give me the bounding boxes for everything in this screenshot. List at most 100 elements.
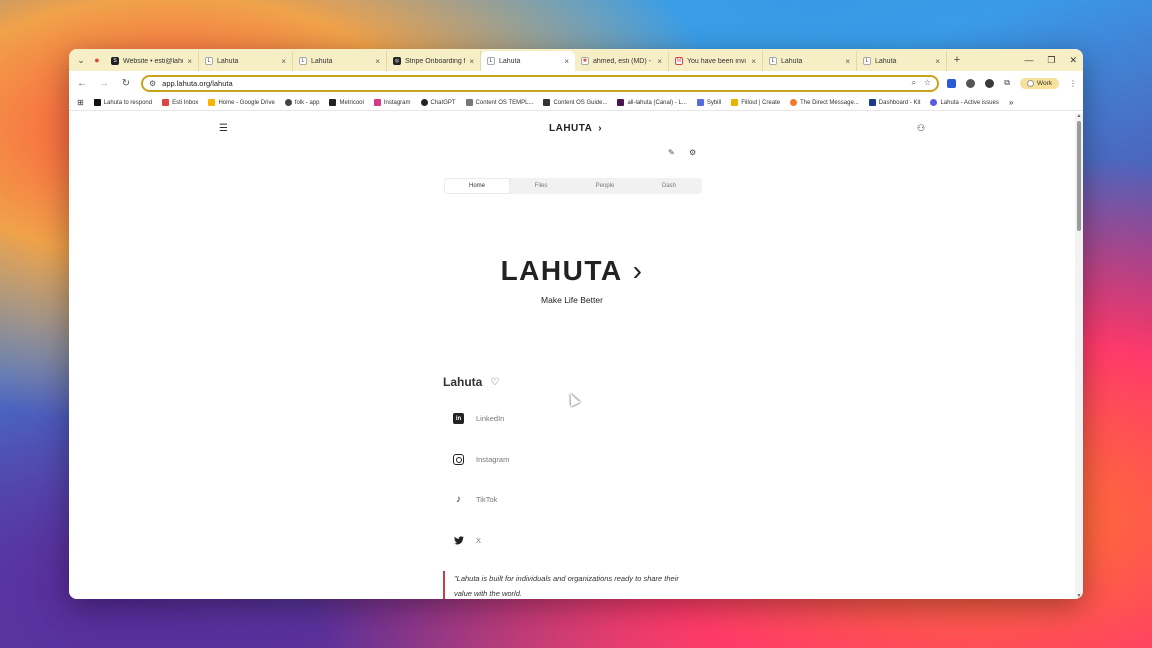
forward-icon[interactable]: → xyxy=(97,78,111,89)
browser-tab[interactable]: ✱ ahmed, esti (MD) - L × xyxy=(575,51,669,71)
metricool-icon xyxy=(329,99,337,106)
window-controls: — ❐ ✕ xyxy=(1024,49,1077,71)
browser-window: ⌄ ● S Website • esti@lahu × L Lahuta × L… xyxy=(69,49,1083,599)
browser-tab[interactable]: S Website • esti@lahu × xyxy=(105,51,199,71)
tab-files[interactable]: Files xyxy=(509,179,573,193)
close-tab-icon[interactable]: × xyxy=(751,57,756,66)
site-info-icon[interactable]: ⚙ xyxy=(149,79,156,88)
bookmark-item[interactable]: Lahuta - Active issues xyxy=(930,99,999,106)
extensions-puzzle-icon[interactable]: ⧉ xyxy=(1004,78,1010,88)
close-tab-icon[interactable]: × xyxy=(375,57,380,66)
tab-title: You have been invi xyxy=(687,57,746,65)
bitwarden-extension-icon[interactable] xyxy=(947,78,957,88)
user-account-icon[interactable]: ⚇ xyxy=(917,123,925,134)
bookmark-item[interactable]: Home - Google Drive xyxy=(208,99,275,106)
browser-tab-active[interactable]: L Lahuta × xyxy=(481,51,575,71)
profile-name: Lahuta ♡ xyxy=(443,375,500,389)
new-tab-button[interactable]: + xyxy=(947,49,967,71)
tab-dash[interactable]: Dash xyxy=(637,179,701,193)
page-scrollbar[interactable]: ▲ ▼ xyxy=(1075,113,1083,599)
hero-title[interactable]: LAHUTA › xyxy=(69,255,1075,287)
tab-favicon: S xyxy=(111,57,119,65)
browser-tab[interactable]: L Lahuta × xyxy=(857,51,947,71)
kit-icon xyxy=(868,99,876,106)
profile-button[interactable]: Work xyxy=(1019,77,1059,89)
tab-people[interactable]: People xyxy=(573,179,637,193)
instagram-icon xyxy=(453,454,464,465)
folk-icon xyxy=(284,99,292,106)
bookmark-item[interactable]: Content OS Guide... xyxy=(543,99,607,106)
bookmark-item[interactable]: ChatGPT xyxy=(420,99,456,106)
tab-title: Lahuta xyxy=(781,57,803,65)
tab-favicon: ◎ xyxy=(393,57,401,65)
restore-icon[interactable]: ❐ xyxy=(1047,55,1055,66)
close-tab-icon[interactable]: × xyxy=(935,57,940,66)
tab-favicon: M xyxy=(675,57,683,65)
page-tabs: Home Files People Dash xyxy=(444,178,702,194)
tab-favicon: ✱ xyxy=(581,57,589,65)
tab-strip: ⌄ ● S Website • esti@lahu × L Lahuta × L… xyxy=(69,49,1083,71)
menu-kebab-icon[interactable]: ⋮ xyxy=(1069,79,1077,88)
tab-home[interactable]: Home xyxy=(445,179,509,193)
close-tab-icon[interactable]: × xyxy=(564,57,569,66)
browser-tab[interactable]: M You have been invi × xyxy=(669,51,763,71)
bookmark-item[interactable]: Content OS TEMPL... xyxy=(465,99,533,106)
extensions-area: ⧉ Work ⋮ xyxy=(947,77,1077,89)
tiktok-icon: ♪ xyxy=(456,494,461,505)
tab-search-button[interactable]: ⌄ xyxy=(73,49,89,71)
bookmark-item[interactable]: Lahuta to respond xyxy=(93,99,152,106)
url-text: app.lahuta.org/lahuta xyxy=(162,78,233,88)
scroll-down-icon[interactable]: ▼ xyxy=(1075,593,1083,599)
browser-tab[interactable]: ◎ Stripe Onboarding f × xyxy=(387,51,481,71)
bookmark-item[interactable]: Dashboard - Kit xyxy=(868,99,920,106)
close-window-icon[interactable]: ✕ xyxy=(1069,55,1077,66)
bookmark-star-icon[interactable]: ☆ xyxy=(924,78,931,88)
settings-gear-icon[interactable]: ⚙ xyxy=(689,148,696,157)
apps-grid-icon[interactable]: ⊞ xyxy=(77,98,84,107)
twitter-icon xyxy=(453,535,464,546)
zoom-icon[interactable]: ⌕ xyxy=(912,78,916,88)
scroll-up-icon[interactable]: ▲ xyxy=(1075,113,1083,119)
bookmark-item[interactable]: folk - app xyxy=(284,99,319,106)
bookmark-item[interactable]: Sybill xyxy=(696,99,721,106)
tab-favicon: L xyxy=(863,57,871,65)
bookmark-item[interactable]: Instagram xyxy=(373,99,411,106)
close-tab-icon[interactable]: × xyxy=(469,57,474,66)
google-drive-icon xyxy=(208,99,216,106)
close-tab-icon[interactable]: × xyxy=(657,57,662,66)
scrollbar-thumb[interactable] xyxy=(1077,121,1081,231)
link-tiktok[interactable]: ♪ TikTok xyxy=(453,494,497,505)
close-tab-icon[interactable]: × xyxy=(281,57,286,66)
link-x[interactable]: X xyxy=(453,535,481,546)
browser-tab[interactable]: L Lahuta × xyxy=(763,51,857,71)
tab-favicon: L xyxy=(769,57,777,65)
edit-icon[interactable]: ✎ xyxy=(668,148,675,157)
tab-group-icon[interactable]: ● xyxy=(89,49,105,71)
bookmark-item[interactable]: Esti Inbox xyxy=(162,99,198,106)
bookmark-item[interactable]: all-lahuta (Canal) - L... xyxy=(617,99,687,106)
tab-favicon: L xyxy=(487,57,495,65)
close-tab-icon[interactable]: × xyxy=(845,57,850,66)
extension-icon[interactable] xyxy=(966,78,976,88)
bookmarks-overflow-icon[interactable]: » xyxy=(1009,98,1013,107)
tab-favicon: L xyxy=(299,57,307,65)
link-instagram[interactable]: Instagram xyxy=(453,454,509,465)
bookmark-item[interactable]: Metricool xyxy=(329,99,364,106)
browser-tab[interactable]: L Lahuta × xyxy=(293,51,387,71)
back-icon[interactable]: ← xyxy=(75,78,89,89)
brand-header[interactable]: LAHUTA › xyxy=(549,123,602,134)
page-content: ☰ LAHUTA › ⚇ ✎ ⚙ Home Files People Dash … xyxy=(69,113,1075,599)
close-tab-icon[interactable]: × xyxy=(187,57,192,66)
link-linkedin[interactable]: in LinkedIn xyxy=(453,413,504,424)
notion-icon xyxy=(543,99,551,106)
hamburger-menu-icon[interactable]: ☰ xyxy=(219,123,228,134)
browser-tab[interactable]: L Lahuta × xyxy=(199,51,293,71)
reload-icon[interactable]: ↻ xyxy=(119,78,133,89)
bookmark-item[interactable]: The Direct Message... xyxy=(790,99,859,106)
address-bar[interactable]: ⚙ app.lahuta.org/lahuta ⌕ ☆ xyxy=(141,74,940,92)
heart-icon[interactable]: ♡ xyxy=(490,377,499,388)
extension-icon[interactable] xyxy=(985,78,995,88)
bookmark-item[interactable]: Fillout | Create xyxy=(731,99,780,106)
linkedin-icon: in xyxy=(453,413,464,424)
minimize-icon[interactable]: — xyxy=(1024,55,1033,65)
